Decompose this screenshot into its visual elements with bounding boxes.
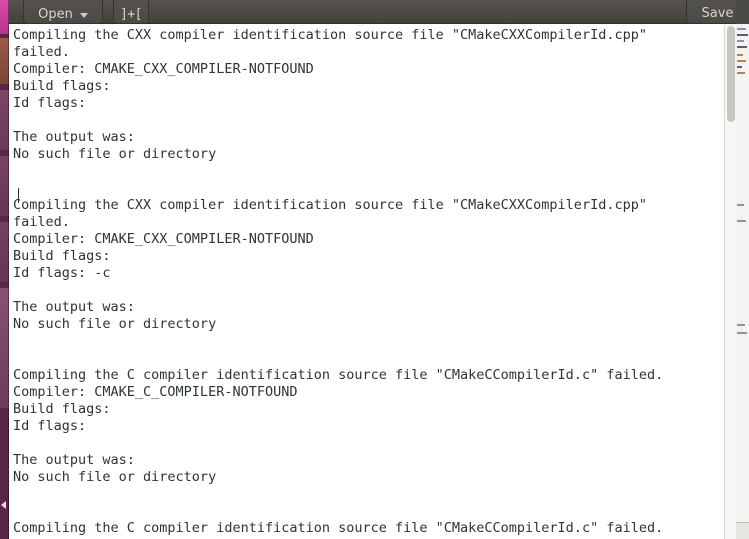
vertical-scrollbar[interactable] [724, 24, 736, 539]
editor-line: Build flags: [13, 401, 111, 417]
editor-line: Compiling the C compiler identification … [13, 520, 664, 536]
editor-line: No such file or directory [13, 146, 217, 162]
background-window-text-line [737, 324, 745, 326]
editor-line: Compiling the CXX compiler identificatio… [13, 197, 647, 213]
editor-line: The output was: [13, 452, 135, 468]
background-window-text-line [737, 66, 742, 68]
background-window-text-line [737, 28, 746, 30]
background-window-text-line [737, 60, 746, 62]
background-window-text-line [737, 332, 747, 334]
editor-line: The output was: [13, 299, 135, 315]
new-tab-icon: ]+[ [120, 7, 142, 22]
editor-line: Build flags: [13, 248, 111, 264]
editor-line: Compiling the CXX compiler identificatio… [13, 27, 647, 43]
background-window-statusbar [736, 522, 749, 539]
open-button-label: Open [38, 7, 73, 22]
editor-line: The output was: [13, 129, 135, 145]
editor-line: failed. [13, 44, 70, 60]
vertical-scrollbar-thumb[interactable] [727, 26, 735, 122]
launcher-edge [8, 0, 9, 539]
launcher-active-arrow-icon [1, 501, 6, 509]
chevron-down-icon [79, 13, 88, 18]
editor-line: Compiler: CMAKE_CXX_COMPILER-NOTFOUND [13, 61, 314, 77]
background-window-titlebar [736, 0, 749, 24]
editor-line: failed. [13, 214, 70, 230]
editor-line: No such file or directory [13, 469, 217, 485]
text-cursor [18, 188, 19, 203]
editor-line: Compiling the C compiler identification … [13, 367, 664, 383]
editor-line: No such file or directory [13, 316, 217, 332]
background-window-text-line [737, 40, 744, 42]
background-window-text-line [737, 204, 744, 206]
editor-line: Id flags: [13, 418, 87, 434]
open-button[interactable]: Open [23, 0, 103, 24]
editor-content[interactable]: Compiling the CXX compiler identificatio… [13, 27, 724, 537]
editor-line: Id flags: [13, 95, 87, 111]
unity-launcher[interactable] [0, 0, 9, 539]
background-window-sliver[interactable] [735, 0, 749, 539]
new-tab-button[interactable]: ]+[ [113, 0, 149, 24]
gedit-headerbar: Open ]+[ Save [9, 0, 736, 24]
background-window-text-line [737, 34, 748, 36]
editor-line: Id flags: -c [13, 265, 111, 281]
text-editor-view[interactable]: Compiling the CXX compiler identificatio… [9, 24, 736, 539]
save-button-label: Save [701, 6, 734, 21]
save-button[interactable]: Save [686, 0, 736, 24]
editor-line: Compiler: CMAKE_C_COMPILER-NOTFOUND [13, 384, 298, 400]
background-window-text-line [737, 54, 743, 56]
background-window-text-line [737, 220, 746, 222]
background-window-text-line [737, 46, 747, 48]
background-window-text-line [737, 72, 745, 74]
editor-line: Compiler: CMAKE_CXX_COMPILER-NOTFOUND [13, 231, 314, 247]
screen: Open ]+[ Save Compiling the CXX compiler… [0, 0, 749, 539]
gedit-window: Open ]+[ Save Compiling the CXX compiler… [9, 0, 736, 539]
editor-line: Build flags: [13, 78, 111, 94]
